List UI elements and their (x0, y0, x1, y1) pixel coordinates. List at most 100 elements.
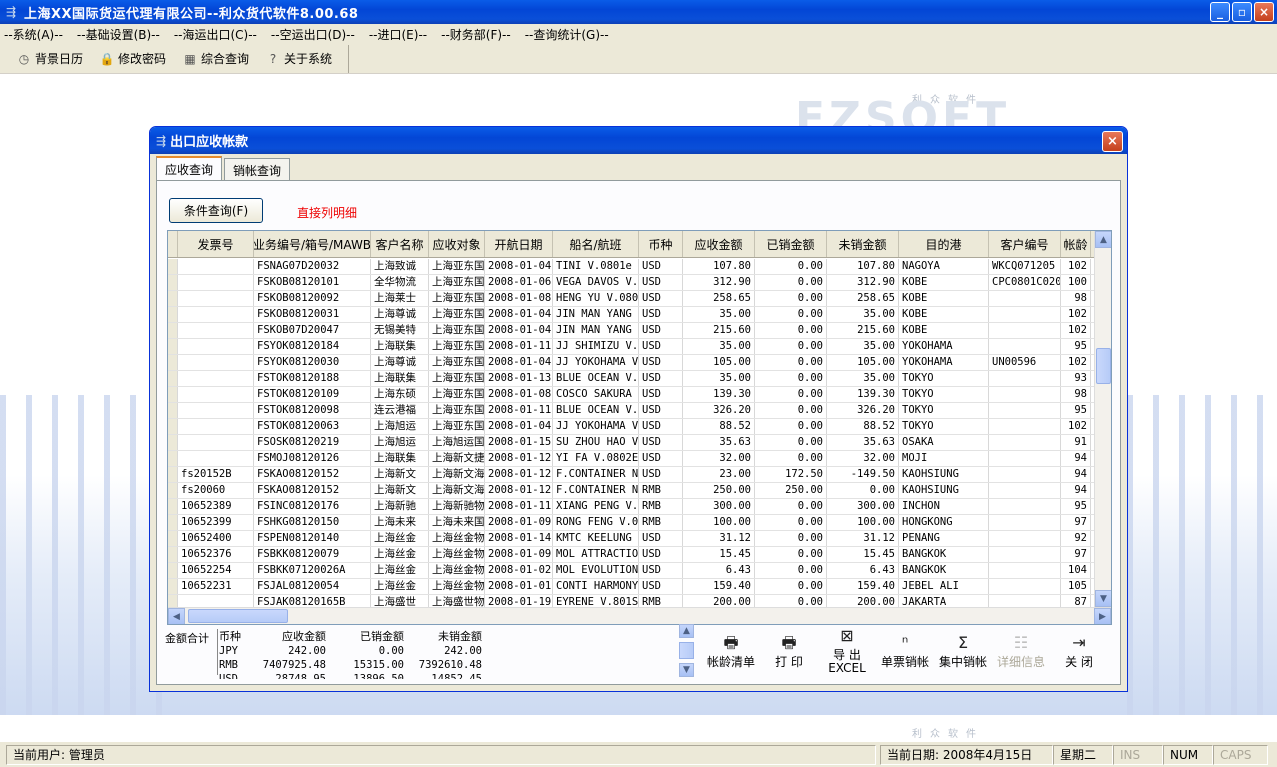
table-row[interactable]: 10652376 FSBKK08120079 上海丝金 上海丝金物 2008-01-09… (168, 547, 1103, 563)
condition-query-button[interactable]: 条件查询(F) (169, 198, 263, 223)
dialog-close-button[interactable]: × (1102, 131, 1123, 152)
table-row[interactable]: FSTOK08120188 上海联集 上海亚东国 2008-01-13 BLUE OCE… (168, 371, 1103, 387)
column-header-2[interactable]: 业务编号/箱号/MAWB (254, 231, 371, 257)
menu-sea-export[interactable]: --海运出口(C)-- (174, 26, 257, 43)
menu-query-stats[interactable]: --查询统计(G)-- (525, 26, 609, 43)
column-header-8[interactable]: 应收金额 (683, 231, 755, 257)
row-indicator[interactable] (168, 515, 178, 530)
table-row[interactable]: 10652389 FSINC08120176 上海新驰 上海新驰物 2008-01-11… (168, 499, 1103, 515)
maximize-button[interactable]: ▫ (1232, 2, 1252, 22)
scroll-right-icon[interactable]: ▶ (1094, 608, 1111, 624)
column-header-11[interactable]: 目的港 (899, 231, 989, 257)
column-header-5[interactable]: 开航日期 (485, 231, 553, 257)
row-indicator[interactable] (168, 531, 178, 546)
calendar-button[interactable]: ◷ 背景日历 (16, 50, 83, 67)
table-row[interactable]: FSYOK08120184 上海联集 上海亚东国 2008-01-11 JJ SHIMI… (168, 339, 1103, 355)
scroll-left-icon[interactable]: ◀ (168, 608, 185, 624)
row-indicator[interactable] (168, 355, 178, 370)
table-cell: 95 (1061, 339, 1091, 354)
row-indicator[interactable] (168, 387, 178, 402)
table-row[interactable]: 10652231 FSJAL08120054 上海丝金 上海丝金物 2008-01-01… (168, 579, 1103, 595)
column-header-0[interactable] (168, 231, 178, 257)
column-header-3[interactable]: 客户名称 (371, 231, 429, 257)
row-indicator[interactable] (168, 579, 178, 594)
column-header-10[interactable]: 未销金额 (827, 231, 899, 257)
row-indicator[interactable] (168, 307, 178, 322)
row-indicator[interactable] (168, 259, 178, 274)
column-header-7[interactable]: 币种 (639, 231, 683, 257)
about-button[interactable]: ? 关于系统 (265, 50, 332, 67)
table-row[interactable]: 10652400 FSPEN08120140 上海丝金 上海丝金物 2008-01-14… (168, 531, 1103, 547)
table-cell: 上海丝金物 (429, 531, 485, 546)
action-button-1[interactable]: 🖶 打 印 (760, 627, 818, 677)
action-button-3[interactable]: ⁿ 单票销帐 (876, 627, 934, 677)
row-indicator[interactable] (168, 275, 178, 290)
table-row[interactable]: FSTOK08120098 连云港福 上海亚东国 2008-01-11 BLUE OCE… (168, 403, 1103, 419)
menu-air-export[interactable]: --空运出口(D)-- (271, 26, 355, 43)
change-password-button[interactable]: 🔒 修改密码 (99, 50, 167, 67)
row-indicator[interactable] (168, 547, 178, 562)
table-row[interactable]: FSKOB08120031 上海尊诚 上海亚东国 2008-01-04 JIN MAN … (168, 307, 1103, 323)
menu-import[interactable]: --进口(E)-- (369, 26, 427, 43)
row-indicator[interactable] (168, 563, 178, 578)
table-row[interactable]: FSYOK08120030 上海尊诚 上海亚东国 2008-01-04 JJ YOKOH… (168, 355, 1103, 371)
table-row[interactable]: 10652254 FSBKK07120026A 上海丝金 上海丝金物 2008-01-0… (168, 563, 1103, 579)
general-query-button[interactable]: ▦ 综合查询 (182, 50, 249, 67)
row-indicator[interactable] (168, 291, 178, 306)
row-indicator[interactable] (168, 451, 178, 466)
table-row[interactable]: FSKOB08120092 上海莱士 上海亚东国 2008-01-08 HENG YU … (168, 291, 1103, 307)
row-indicator[interactable] (168, 323, 178, 338)
table-cell: 2008-01-11 (485, 499, 553, 514)
menu-finance[interactable]: --财务部(F)-- (441, 26, 511, 43)
column-header-4[interactable]: 应收对象 (429, 231, 485, 257)
table-row[interactable]: FSTOK08120109 上海东硕 上海亚东国 2008-01-08 COSCO SA… (168, 387, 1103, 403)
totals-scroll-down-icon[interactable]: ▼ (679, 663, 694, 677)
table-row[interactable]: fs20152B FSKAO08120152 上海新文 上海新文海 2008-01-12… (168, 467, 1103, 483)
column-header-6[interactable]: 船名/航班 (553, 231, 639, 257)
grid-horizontal-scrollbar[interactable]: ◀ ▶ (168, 607, 1111, 624)
table-row[interactable]: FSKOB08120101 全华物流 上海亚东国 2008-01-06 VEGA DAV… (168, 275, 1103, 291)
menu-system[interactable]: --系统(A)-- (4, 26, 63, 43)
action-button-4[interactable]: Σ 集中销帐 (934, 627, 992, 677)
table-row[interactable]: FSNAG07D20032 上海致诚 上海亚东国 2008-01-04 TINI V.0… (168, 259, 1103, 275)
scroll-down-icon[interactable]: ▼ (1095, 590, 1111, 607)
row-indicator[interactable] (168, 483, 178, 498)
row-indicator[interactable] (168, 467, 178, 482)
receivables-grid[interactable]: 发票号 业务编号/箱号/MAWB 客户名称 应收对象 开航日期 船名/航班 币种 应收金额 已销… (167, 230, 1112, 625)
row-indicator[interactable] (168, 435, 178, 450)
table-row[interactable]: fs20060 FSKAO08120152 上海新文 上海新文海 2008-01-12 F… (168, 483, 1103, 499)
column-header-1[interactable]: 发票号 (178, 231, 254, 257)
grid-vertical-scrollbar[interactable]: ▲ ▼ (1094, 231, 1111, 607)
action-button-6[interactable]: ⇥ 关 闭 (1050, 627, 1108, 677)
totals-scroll-up-icon[interactable]: ▲ (679, 624, 694, 638)
column-header-12[interactable]: 客户编号 (989, 231, 1061, 257)
action-button-0[interactable]: 🖶 帐龄清单 (702, 627, 760, 677)
tab-receivable-query[interactable]: 应收查询 (156, 156, 223, 180)
row-indicator[interactable] (168, 339, 178, 354)
action-button-2[interactable]: ⊠ 导 出 EXCEL (818, 627, 876, 677)
scroll-up-icon[interactable]: ▲ (1095, 231, 1111, 248)
table-row[interactable]: FSTOK08120063 上海旭运 上海亚东国 2008-01-04 JJ YOKOH… (168, 419, 1103, 435)
minimize-button[interactable]: _ (1210, 2, 1230, 22)
row-indicator[interactable] (168, 403, 178, 418)
row-indicator[interactable] (168, 499, 178, 514)
close-button[interactable]: × (1254, 2, 1274, 22)
row-indicator[interactable] (168, 419, 178, 434)
table-cell: F.CONTAINER NO (553, 467, 639, 482)
totals-scrollbar[interactable]: ▲ ▼ (679, 624, 694, 679)
tab-writeoff-query[interactable]: 销帐查询 (224, 158, 291, 180)
column-header-13[interactable]: 帐龄 (1061, 231, 1091, 257)
table-row[interactable]: FSKOB07D20047 无锡美特 上海亚东国 2008-01-04 JIN MAN … (168, 323, 1103, 339)
horizontal-scroll-thumb[interactable] (188, 609, 288, 623)
totals-scroll-thumb[interactable] (679, 642, 694, 659)
direct-list-label[interactable]: 直接列明细 (297, 204, 357, 221)
column-header-9[interactable]: 已销金额 (755, 231, 827, 257)
table-row[interactable]: FSOSK08120219 上海旭运 上海旭运国 2008-01-15 SU ZHOU … (168, 435, 1103, 451)
table-row[interactable]: FSMOJ08120126 上海联集 上海新文捷 2008-01-12 YI FA V.… (168, 451, 1103, 467)
table-row[interactable]: 10652399 FSHKG08120150 上海未来 上海未来国 2008-01-09… (168, 515, 1103, 531)
menu-basic-settings[interactable]: --基础设置(B)-- (77, 26, 160, 43)
row-indicator[interactable] (168, 371, 178, 386)
table-cell: USD (639, 579, 683, 594)
vertical-scroll-thumb[interactable] (1096, 348, 1111, 384)
table-cell: 上海旭运 (371, 419, 429, 434)
